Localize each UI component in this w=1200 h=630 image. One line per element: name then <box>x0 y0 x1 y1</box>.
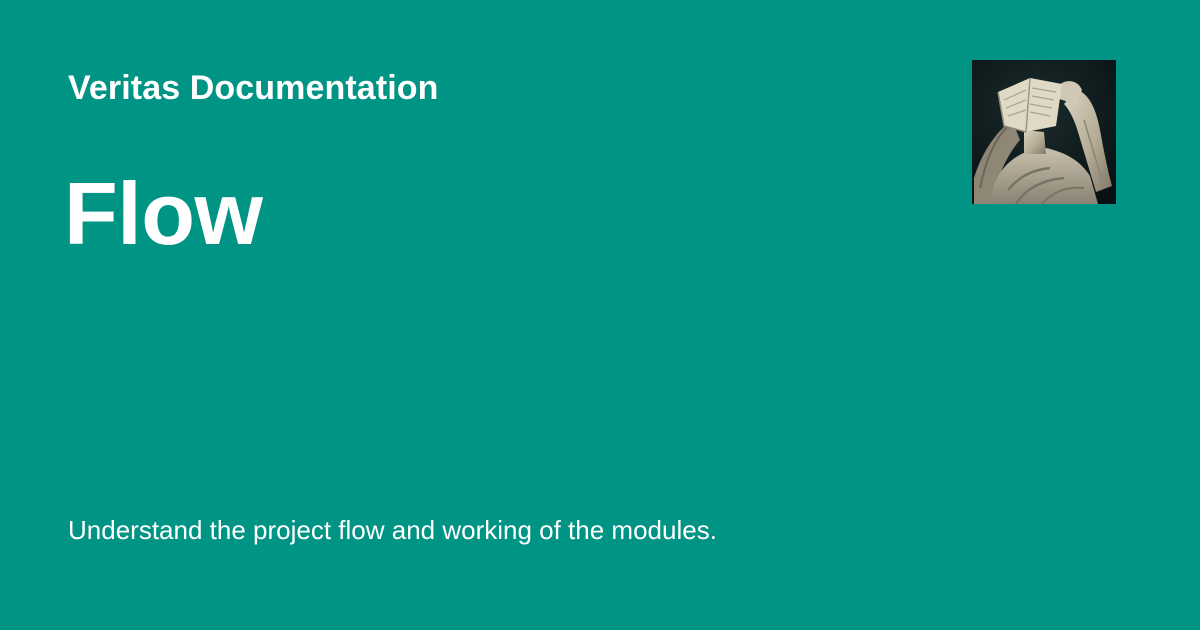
page-description: Understand the project flow and working … <box>68 515 717 545</box>
page-title: Flow <box>64 164 263 263</box>
statue-holding-book-logo <box>972 60 1116 204</box>
site-name: Veritas Documentation <box>68 69 439 107</box>
